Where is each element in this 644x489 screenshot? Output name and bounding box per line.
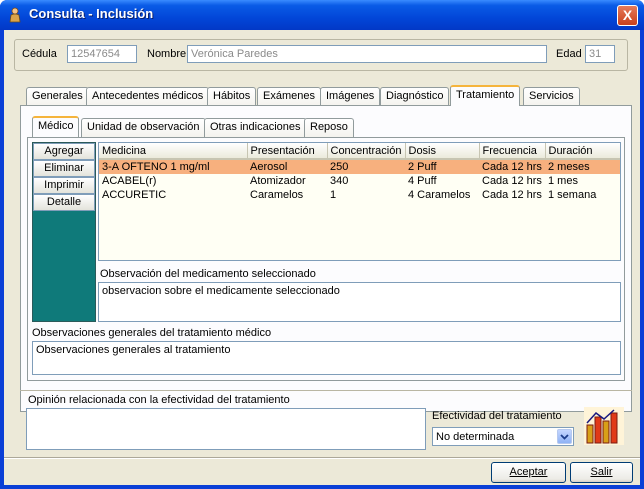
tratamiento-panel: Médico Unidad de observación Otras indic…: [20, 105, 632, 412]
col-medicina[interactable]: Medicina: [99, 143, 248, 160]
efectividad-label: Efectividad del tratamiento: [432, 410, 562, 422]
cell-dosis: 2 Puff: [405, 159, 479, 174]
cell-presentacion: Caramelos: [250, 189, 304, 201]
tab-servicios[interactable]: Servicios: [523, 87, 580, 106]
efectividad-selected: No determinada: [436, 431, 515, 443]
opinion-label: Opinión relacionada con la efectividad d…: [28, 394, 290, 406]
cell-duracion: 2 meses: [545, 159, 620, 174]
tab-habitos[interactable]: Hábitos: [207, 87, 257, 106]
edad-field[interactable]: 31: [585, 45, 615, 63]
opinion-textbox[interactable]: [26, 408, 426, 450]
tab-tratamiento[interactable]: Tratamiento: [450, 85, 521, 106]
cell-presentacion: Aerosol: [247, 159, 327, 174]
subtab-otras-indicaciones[interactable]: Otras indicaciones: [204, 118, 307, 137]
cell-frecuencia: Cada 12 hrs: [482, 175, 542, 187]
nombre-field[interactable]: Verónica Paredes: [187, 45, 547, 63]
patient-header: Cédula 12547654 Nombre Verónica Paredes …: [14, 39, 628, 71]
obs-medicamento-label: Observación del medicamento seleccionado: [100, 268, 316, 280]
efectividad-select[interactable]: No determinada: [432, 427, 574, 446]
cell-duracion: 1 mes: [548, 175, 578, 187]
nombre-label: Nombre: [147, 48, 187, 60]
close-button[interactable]: X: [617, 5, 638, 26]
medications-table: Medicina Presentación Concentración Dosi…: [99, 143, 620, 202]
tab-generales[interactable]: Generales: [26, 87, 89, 106]
cell-frecuencia: Cada 12 hrs: [479, 159, 545, 174]
col-concentracion[interactable]: Concentración: [327, 143, 406, 160]
salir-button[interactable]: Salir: [570, 462, 633, 483]
subtab-reposo[interactable]: Reposo: [304, 118, 354, 137]
aceptar-button[interactable]: Aceptar: [491, 462, 566, 483]
cedula-label: Cédula: [22, 48, 57, 60]
cedula-field[interactable]: 12547654: [67, 45, 137, 63]
grid-header-row: Medicina Presentación Concentración Dosi…: [99, 143, 620, 160]
app-window: Consulta - Inclusión X Cédula 12547654 N…: [0, 0, 644, 489]
medications-grid: Medicina Presentación Concentración Dosi…: [98, 142, 621, 261]
col-dosis[interactable]: Dosis: [405, 143, 480, 160]
col-duracion[interactable]: Duración: [545, 143, 620, 160]
subtab-medico[interactable]: Médico: [32, 116, 80, 137]
obs-generales-textbox[interactable]: Observaciones generales al tratamiento: [32, 341, 621, 375]
cell-concentracion: 250: [327, 159, 405, 174]
medico-panel: Agregar Eliminar Imprimir Detalle Medici…: [27, 137, 625, 381]
imprimir-button[interactable]: Imprimir: [33, 177, 95, 194]
cell-duracion: 1 semana: [548, 189, 597, 201]
cell-dosis: 4 Caramelos: [408, 189, 471, 201]
tab-diagnostico[interactable]: Diagnóstico: [380, 87, 450, 106]
cell-concentracion: 1: [330, 189, 337, 201]
side-toolbar: Agregar Eliminar Imprimir Detalle: [32, 142, 96, 322]
table-row[interactable]: ACABEL(r) Atomizador 340 4 Puff Cada 12 …: [99, 174, 620, 188]
obs-generales-label: Observaciones generales del tratamiento …: [32, 327, 272, 339]
cell-dosis: 4 Puff: [408, 175, 437, 187]
footer-divider: [4, 457, 640, 459]
edad-label: Edad: [556, 48, 582, 60]
tab-examenes[interactable]: Exámenes: [257, 87, 321, 106]
close-icon: X: [622, 7, 633, 23]
cell-medicina: 3-A OFTENO 1 mg/ml: [99, 159, 247, 174]
aceptar-label: Aceptar: [509, 466, 548, 478]
subtab-unidad-observacion[interactable]: Unidad de observación: [81, 118, 206, 137]
tab-imagenes[interactable]: Imágenes: [320, 87, 381, 106]
cell-medicina: ACCURETIC: [102, 189, 167, 201]
opinion-section: Opinión relacionada con la efectividad d…: [20, 390, 632, 456]
agregar-button[interactable]: Agregar: [33, 143, 95, 160]
salir-label: Salir: [590, 466, 613, 478]
eliminar-button[interactable]: Eliminar: [33, 160, 95, 177]
cell-frecuencia: Cada 12 hrs: [482, 189, 542, 201]
detalle-button[interactable]: Detalle: [33, 194, 95, 211]
client-area: Cédula 12547654 Nombre Verónica Paredes …: [4, 30, 640, 485]
table-row[interactable]: ACCURETIC Caramelos 1 4 Caramelos Cada 1…: [99, 188, 620, 202]
cell-medicina: ACABEL(r): [102, 175, 157, 187]
chevron-down-icon[interactable]: [557, 429, 572, 444]
col-presentacion[interactable]: Presentación: [247, 143, 328, 160]
window-title: Consulta - Inclusión: [29, 6, 154, 21]
patient-icon: [9, 7, 21, 23]
cell-presentacion: Atomizador: [250, 175, 306, 187]
cell-concentracion: 340: [330, 175, 349, 187]
bar-chart-icon: [584, 407, 624, 445]
title-bar: Consulta - Inclusión X: [0, 0, 644, 30]
table-row[interactable]: 3-A OFTENO 1 mg/ml Aerosol 250 2 Puff Ca…: [99, 159, 620, 174]
obs-medicamento-textbox[interactable]: observacion sobre el medicamente selecci…: [98, 282, 621, 322]
tab-antecedentes[interactable]: Antecedentes médicos: [86, 87, 210, 106]
col-frecuencia[interactable]: Frecuencia: [479, 143, 546, 160]
